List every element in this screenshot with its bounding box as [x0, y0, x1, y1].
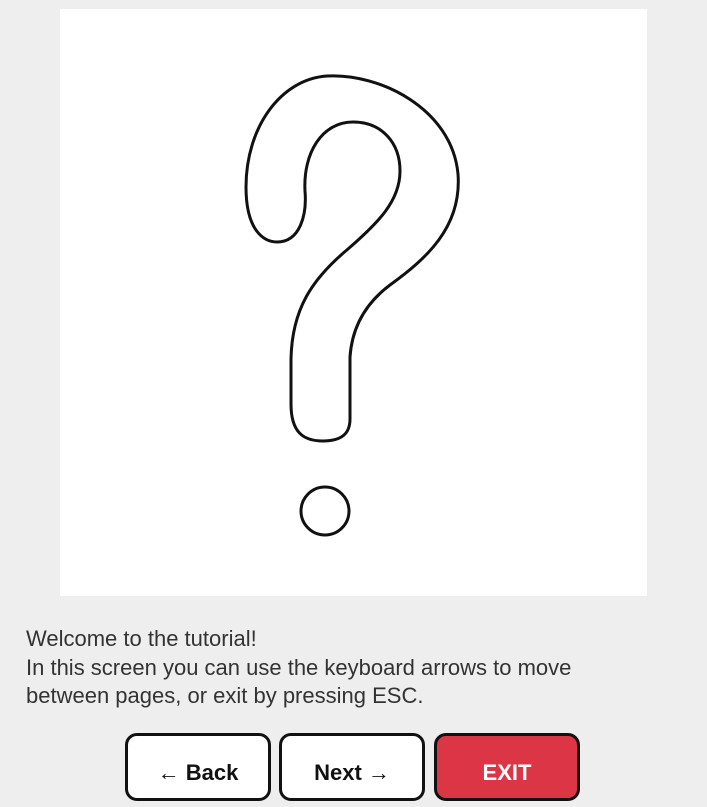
question-mark-icon — [244, 74, 460, 537]
back-button[interactable]: ← Back — [125, 733, 271, 801]
exit-button[interactable]: EXIT — [434, 733, 580, 801]
next-button[interactable]: Next → — [279, 733, 425, 801]
tutorial-illustration — [60, 9, 647, 596]
instruction-text-line-2: between pages, or exit by pressing ESC. — [26, 683, 424, 708]
instruction-text-line-1: In this screen you can use the keyboard … — [26, 654, 572, 680]
welcome-text: Welcome to the tutorial! — [26, 626, 257, 651]
tutorial-message: Welcome to the tutorial! In this screen … — [26, 625, 686, 711]
